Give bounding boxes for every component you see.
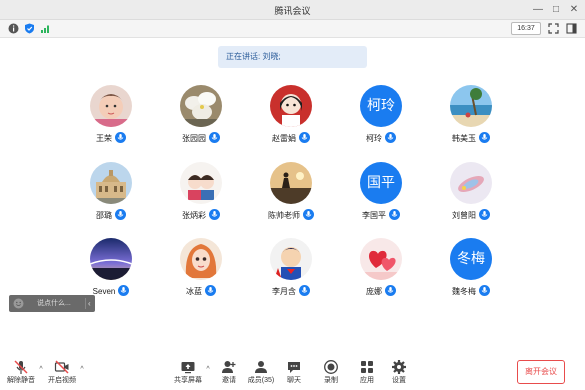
- avatar: 柯玲: [360, 85, 402, 127]
- participant-tile[interactable]: 刘曾阳: [426, 162, 516, 236]
- participant-tile[interactable]: 张炳彩: [156, 162, 246, 236]
- mic-icon: [299, 285, 310, 297]
- chat-label: 聊天: [287, 377, 301, 384]
- avatar: [360, 238, 402, 280]
- record-icon: [324, 360, 338, 374]
- emoji-icon[interactable]: [13, 298, 24, 309]
- participant-grid: 王荣 张园园 赵雷娟 柯玲 柯玲 韩美玉 邵璐 张炳彩 陈帅老师 国平 李国平 …: [0, 0, 585, 330]
- participant-tile[interactable]: 陈帅老师: [246, 162, 336, 236]
- audio-options-chevron-icon[interactable]: ^: [37, 366, 45, 374]
- participant-name: Seven: [92, 287, 116, 296]
- participant-name: 李国平: [362, 211, 386, 220]
- share-screen-icon: [181, 362, 195, 374]
- unmute-label: 解除静音: [7, 377, 35, 384]
- camera-off-icon: [54, 360, 69, 374]
- participant-tile[interactable]: 赵雷娟: [246, 85, 336, 159]
- chat-button[interactable]: 聊天: [277, 359, 311, 387]
- divider: [85, 298, 86, 309]
- avatar: [450, 162, 492, 204]
- chat-icon: [288, 362, 300, 373]
- avatar: [270, 162, 312, 204]
- mic-icon: [299, 132, 310, 144]
- participant-name: 韩美玉: [452, 134, 476, 143]
- mic-icon: [115, 209, 126, 221]
- start-video-label: 开启视频: [48, 377, 76, 384]
- invite-button[interactable]: 邀请: [212, 359, 246, 387]
- invite-label: 邀请: [222, 377, 236, 384]
- add-user-icon: [222, 361, 236, 373]
- apps-label: 应用: [360, 377, 374, 384]
- participant-name: 陈帅老师: [268, 211, 300, 220]
- mic-icon: [389, 209, 400, 221]
- chat-input[interactable]: 说点什么... ‹: [9, 295, 95, 312]
- participant-name: 李月含: [272, 287, 296, 296]
- participant-tile[interactable]: 邵璐: [66, 162, 156, 236]
- avatar: 国平: [360, 162, 402, 204]
- mic-icon: [479, 132, 490, 144]
- avatar: 冬梅: [450, 238, 492, 280]
- members-label: 成员(35): [247, 377, 275, 384]
- mic-icon: [479, 209, 490, 221]
- avatar: [180, 162, 222, 204]
- avatar: [180, 85, 222, 127]
- leave-meeting-button[interactable]: 离开会议: [517, 360, 565, 384]
- participant-tile[interactable]: 李月含: [246, 238, 336, 312]
- participant-tile[interactable]: 柯玲 柯玲: [336, 85, 426, 159]
- participant-name: 魏冬梅: [452, 287, 476, 296]
- participant-tile[interactable]: 冰蓝: [156, 238, 246, 312]
- share-screen-button[interactable]: 共享屏幕: [171, 359, 205, 387]
- share-options-chevron-icon[interactable]: ^: [204, 366, 212, 374]
- mic-icon: [115, 132, 126, 144]
- unmute-button[interactable]: 解除静音: [4, 359, 38, 387]
- participant-name: 邵璐: [96, 211, 112, 220]
- participant-tile[interactable]: 冬梅 魏冬梅: [426, 238, 516, 312]
- mic-icon: [209, 132, 220, 144]
- video-options-chevron-icon[interactable]: ^: [78, 366, 86, 374]
- participant-name: 冰蓝: [186, 287, 202, 296]
- mic-icon: [118, 285, 130, 297]
- participant-tile[interactable]: 韩美玉: [426, 85, 516, 159]
- members-button[interactable]: 成员(35): [244, 359, 278, 387]
- avatar: [90, 238, 132, 280]
- mic-icon: [205, 285, 216, 297]
- gear-icon: [392, 360, 406, 374]
- mic-muted-icon: [14, 360, 28, 374]
- participant-name: 张园园: [182, 134, 206, 143]
- avatar: [270, 85, 312, 127]
- participant-name: 赵雷娟: [272, 134, 296, 143]
- avatar: [90, 85, 132, 127]
- mic-icon: [479, 285, 490, 297]
- participant-name: 王荣: [96, 134, 112, 143]
- avatar: [450, 85, 492, 127]
- participant-tile[interactable]: 庞娜: [336, 238, 426, 312]
- collapse-chevron-icon[interactable]: ‹: [88, 295, 91, 312]
- members-icon: [255, 361, 267, 373]
- mic-icon: [209, 209, 220, 221]
- participant-tile[interactable]: 国平 李国平: [336, 162, 426, 236]
- participant-name: 张炳彩: [182, 211, 206, 220]
- settings-button[interactable]: 设置: [382, 359, 416, 387]
- record-button[interactable]: 录制: [314, 359, 348, 387]
- start-video-button[interactable]: 开启视频: [45, 359, 79, 387]
- share-screen-label: 共享屏幕: [174, 377, 202, 384]
- mic-icon: [385, 132, 396, 144]
- participant-name: 柯玲: [366, 134, 382, 143]
- chat-placeholder: 说点什么...: [37, 300, 71, 307]
- participant-tile[interactable]: 张园园: [156, 85, 246, 159]
- settings-label: 设置: [392, 377, 406, 384]
- mic-icon: [385, 285, 396, 297]
- mic-icon: [303, 209, 314, 221]
- avatar: [270, 238, 312, 280]
- avatar: [180, 238, 222, 280]
- apps-button[interactable]: 应用: [350, 359, 384, 387]
- participant-tile[interactable]: 王荣: [66, 85, 156, 159]
- record-label: 录制: [324, 377, 338, 384]
- apps-icon: [361, 361, 373, 373]
- bottom-toolbar: 解除静音 ^ 开启视频 ^ 共享屏幕 ^ 邀请 成员(35) 聊天 录制 应用 …: [0, 352, 585, 390]
- participant-name: 刘曾阳: [452, 211, 476, 220]
- avatar: [90, 162, 132, 204]
- participant-name: 庞娜: [366, 287, 382, 296]
